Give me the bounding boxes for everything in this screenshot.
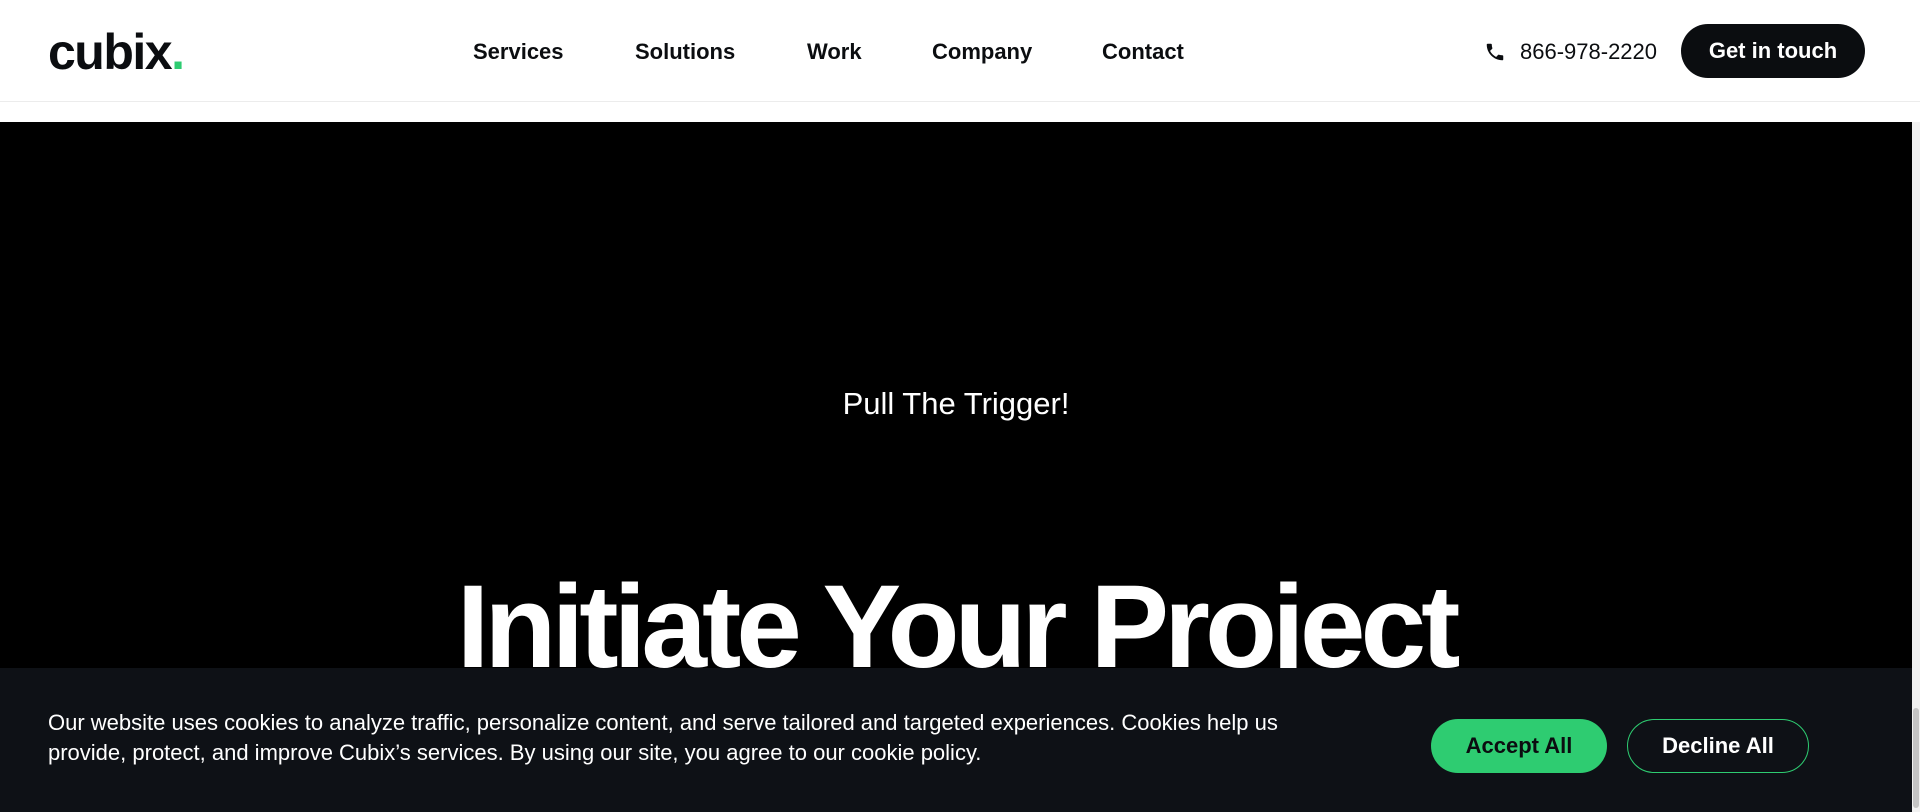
nav-item-contact[interactable]: Contact	[1102, 34, 1184, 70]
phone-link[interactable]: 866-978-2220	[1484, 34, 1657, 70]
nav-item-solutions[interactable]: Solutions	[635, 34, 735, 70]
cookie-banner: Our website uses cookies to analyze traf…	[0, 668, 1912, 812]
logo-dot: .	[171, 24, 185, 80]
nav-item-work[interactable]: Work	[807, 34, 862, 70]
phone-number: 866-978-2220	[1520, 39, 1658, 64]
phone-icon	[1484, 41, 1506, 63]
nav-item-company[interactable]: Company	[932, 34, 1032, 70]
page-scrollbar[interactable]	[1912, 122, 1920, 812]
cookie-message: Our website uses cookies to analyze traf…	[48, 710, 1278, 765]
nav-item-services[interactable]: Services	[473, 34, 564, 70]
decline-all-button[interactable]: Decline All	[1627, 719, 1809, 773]
get-in-touch-button[interactable]: Get in touch	[1681, 24, 1865, 78]
scrollbar-thumb[interactable]	[1913, 708, 1919, 808]
cubix-logo[interactable]: cubix.	[48, 22, 185, 82]
hero-eyebrow: Pull The Trigger!	[842, 386, 1070, 421]
logo-text: cubix	[48, 24, 173, 80]
site-header: cubix. Services Solutions Work Company C…	[0, 0, 1920, 102]
accept-all-button[interactable]: Accept All	[1431, 719, 1607, 773]
